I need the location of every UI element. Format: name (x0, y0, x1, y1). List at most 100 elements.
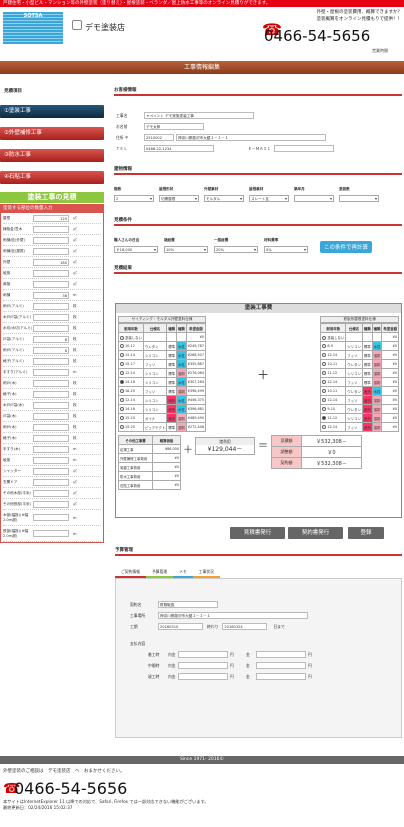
quantity-input[interactable] (33, 500, 69, 508)
quantity-input[interactable] (33, 247, 69, 255)
table-row[interactable]: 14-16 シリコン 標準 水性 ¥307,264 (118, 377, 206, 387)
quantity-input[interactable]: 38 (33, 291, 69, 299)
radio-button[interactable] (120, 425, 124, 429)
quantity-input[interactable] (33, 379, 69, 387)
register-button[interactable]: 登録 (348, 527, 384, 539)
sidebar-item-painting[interactable]: ①塗装工事 (0, 105, 104, 118)
table-row[interactable]: 8-9 シリコン 標準 水性 ¥0 (320, 341, 399, 351)
quantity-input[interactable] (33, 368, 69, 376)
condition-select[interactable]: 20% (214, 246, 258, 253)
payment-input[interactable] (178, 673, 228, 680)
table-row[interactable]: 12-14 フッソ 標準 溶剤 ¥0 (320, 350, 399, 360)
payment-input[interactable] (256, 651, 306, 658)
table-row[interactable]: 12-14 フッソ 標準 溶剤 ¥0 (320, 377, 399, 387)
table-row[interactable]: 9-10 ウレタン 遮熱 溶剤 ¥0 (320, 404, 399, 414)
project-name-input[interactable]: ｅペイント デモ実施塗装工事 (144, 112, 254, 119)
radio-button[interactable] (322, 344, 327, 348)
radio-button[interactable] (120, 389, 124, 393)
start-date-input[interactable]: 20160310 (158, 623, 203, 630)
table-row[interactable]: 10-11 ウレタン 遮熱 水性 ¥0 (320, 386, 399, 396)
radio-button[interactable] (120, 416, 124, 420)
quantity-input[interactable]: 8 (33, 346, 69, 354)
issue-contract-button[interactable]: 契約書発行 (288, 527, 343, 539)
quantity-input[interactable] (33, 357, 69, 365)
table-row[interactable]: 10-11 ウレタン 標準 溶剤 ¥0 (320, 359, 399, 369)
tab-1[interactable]: ご契約情報 (115, 568, 146, 578)
end-date-input[interactable]: 20160324 (222, 623, 268, 630)
condition-select[interactable]: ￥18,000 (114, 246, 158, 253)
issue-estimate-button[interactable]: 見積書発行 (230, 527, 285, 539)
table-row[interactable]: 12-14 フッソ 遮熱 溶剤 ¥0 (320, 395, 399, 405)
radio-button[interactable] (120, 371, 124, 375)
tel-input[interactable]: 0466-22-1234 (144, 145, 214, 152)
radio-button[interactable] (322, 416, 327, 420)
quantity-input[interactable] (33, 530, 69, 537)
table-row[interactable]: 15-17 フッソ 標準 水性 ¥355,867 (118, 359, 206, 369)
quantity-input[interactable] (33, 456, 69, 464)
building-select[interactable]: モルタル (204, 195, 244, 202)
table-row[interactable]: 11-12 シリコン 遮熱 溶剤 ¥0 (320, 413, 399, 423)
quantity-input[interactable] (33, 423, 69, 431)
quantity-input[interactable] (33, 412, 69, 420)
radio-button[interactable] (322, 389, 327, 393)
table-row[interactable]: 12-14 シリコン 標準 溶剤 ¥276,064 (118, 368, 206, 378)
radio-button[interactable] (120, 407, 124, 411)
quantity-input[interactable] (33, 514, 69, 521)
quantity-input[interactable] (33, 280, 69, 288)
email-input[interactable] (274, 145, 334, 152)
sidebar-item-stone[interactable]: ④石貼工事 (0, 171, 104, 184)
payment-input[interactable] (256, 662, 306, 669)
condition-select[interactable]: 10% (164, 246, 208, 253)
table-row[interactable]: 塗装しない ¥0 (320, 332, 399, 342)
quantity-input[interactable] (33, 269, 69, 277)
radio-button[interactable] (120, 362, 124, 366)
site-logo[interactable]: SOTSA (3, 12, 63, 44)
quantity-input[interactable] (33, 467, 69, 475)
table-row[interactable]: 14-16 シリコン 遮熱 水性 ¥396,681 (118, 404, 206, 414)
customer-name-input[interactable]: デモ太郎 (144, 123, 204, 130)
radio-button[interactable] (120, 344, 124, 348)
quantity-input[interactable] (33, 401, 69, 409)
radio-button[interactable] (322, 380, 327, 384)
table-row[interactable]: 10-12 ウレタン 標準 水性 ¥249,787 (118, 341, 206, 351)
work-place-input[interactable]: 神奈川県藤沢市大鋸１－１－１ (158, 612, 308, 619)
tab-3[interactable]: メモ (173, 568, 193, 578)
building-select[interactable]: 切妻屋根 (159, 195, 199, 202)
radio-button[interactable] (322, 398, 327, 402)
table-row[interactable]: 11-12 シリコン 標準 溶剤 ¥0 (320, 368, 399, 378)
radio-button[interactable] (322, 353, 327, 357)
quantity-input[interactable] (33, 434, 69, 442)
quantity-input[interactable]: 8 (33, 335, 69, 343)
radio-button[interactable] (120, 335, 124, 340)
table-row[interactable]: 18-20 フッソ 標準 溶剤 ¥398,499 (118, 386, 206, 396)
tab-4[interactable]: 工事状況 (192, 568, 220, 578)
radio-button[interactable] (322, 407, 327, 411)
sidebar-item-repair[interactable]: ②外壁補修工事 (0, 127, 104, 140)
quantity-input[interactable]: 120 (33, 214, 69, 222)
quantity-input[interactable] (33, 225, 69, 233)
quantity-input[interactable] (33, 236, 69, 244)
radio-button[interactable] (322, 425, 327, 429)
radio-button[interactable] (120, 380, 124, 384)
quantity-input[interactable] (33, 302, 69, 310)
zip-input[interactable]: 2510002 (144, 134, 174, 141)
quantity-input[interactable] (33, 313, 69, 321)
quantity-input[interactable] (33, 390, 69, 398)
radio-button[interactable] (120, 398, 124, 402)
sidebar-item-waterproof[interactable]: ③防水工事 (0, 149, 104, 162)
radio-button[interactable] (120, 353, 124, 357)
quantity-input[interactable] (33, 324, 69, 332)
table-row[interactable]: 塗装しない ¥0 (118, 332, 206, 342)
quantity-input[interactable] (33, 489, 69, 497)
payment-input[interactable] (178, 662, 228, 669)
building-select[interactable] (294, 195, 334, 202)
contract-name-input[interactable]: 財務取扱 (158, 601, 218, 608)
building-select[interactable]: 2 (114, 195, 154, 202)
tab-2[interactable]: 予算管理 (145, 568, 174, 578)
address-input[interactable]: 神奈川県藤沢市大鋸１－１－１ (176, 134, 326, 141)
recalc-button[interactable]: この条件で再計算 (320, 241, 373, 253)
building-select[interactable]: スレート瓦 (249, 195, 289, 202)
table-row[interactable]: 15-20 ピュアテクト 標準 溶剤 ¥272,448 (118, 422, 206, 432)
table-row[interactable]: 12-14 シリコン 遮熱 水性 ¥446,375 (118, 395, 206, 405)
radio-button[interactable] (322, 371, 327, 375)
